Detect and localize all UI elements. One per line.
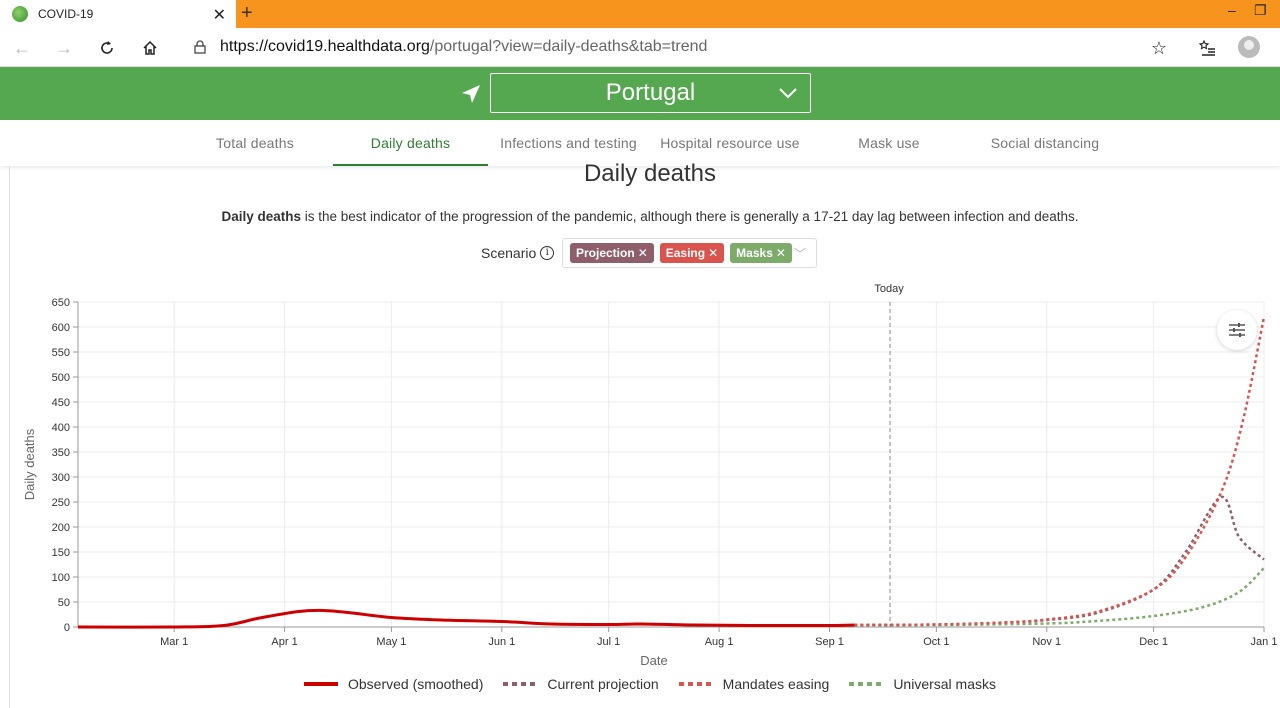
page-title: Daily deaths (583, 160, 717, 187)
y-tick-label: 100 (52, 572, 70, 584)
legend-label: Observed (smoothed) (347, 676, 484, 692)
url-path: /portugal?view=daily-deaths&tab=trend (429, 38, 708, 55)
legend-item[interactable]: Universal masks (849, 676, 996, 692)
y-tick-label: 150 (52, 547, 70, 559)
country-name: Portugal (605, 79, 696, 106)
legend-item[interactable]: Mandates easing (678, 676, 830, 692)
back-icon[interactable]: ← (10, 36, 34, 60)
location-header: Portugal (0, 67, 1280, 120)
x-tick-label: Jan 1 (1251, 636, 1278, 648)
remove-icon[interactable]: ✕ (638, 246, 648, 260)
profile-avatar[interactable] (1238, 36, 1260, 58)
y-tick-label: 350 (52, 447, 70, 459)
chevron-down-icon[interactable]: ﹀ (794, 245, 806, 262)
y-tick-label: 450 (52, 397, 70, 409)
y-tick-label: 0 (64, 622, 70, 634)
scenario-chip-projection[interactable]: Projection ✕ (570, 243, 654, 263)
address-toolbar: ← → https://covid19.healthdata.org/portu… (0, 28, 1280, 67)
legend-swatch (849, 682, 884, 686)
series-line-mandates-easing (854, 316, 1266, 627)
series-line-observed-smoothed (77, 608, 855, 629)
scenario-chip-label: Masks (736, 246, 773, 260)
info-icon[interactable]: i (540, 246, 555, 260)
scenario-chip-label: Easing (665, 246, 706, 260)
legend-swatch (678, 682, 713, 686)
x-tick-label: Dec 1 (1139, 636, 1168, 648)
x-axis-label: Date (640, 653, 667, 668)
legend-label: Current projection (547, 676, 659, 692)
refresh-icon[interactable] (95, 36, 119, 60)
scenario-chip-masks[interactable]: Masks ✕ (730, 243, 792, 263)
y-tick-label: 500 (52, 372, 70, 384)
restore-icon[interactable]: ❐ (1254, 2, 1267, 19)
chart-options-button[interactable] (1217, 310, 1257, 350)
legend-item[interactable]: Current projection (503, 676, 659, 692)
x-tick-label: Nov 1 (1032, 636, 1061, 648)
x-tick-label: May 1 (376, 636, 406, 648)
legend-label: Universal masks (893, 676, 997, 692)
country-select[interactable]: Portugal (490, 73, 811, 113)
y-axis-label: Daily deaths (22, 428, 37, 500)
favorite-star-icon[interactable]: ☆ (1147, 36, 1171, 60)
legend-swatch (303, 682, 338, 686)
y-tick-label: 600 (52, 322, 70, 334)
site-favicon-icon (12, 6, 28, 22)
x-tick-label: Aug 1 (705, 636, 734, 648)
y-tick-label: 250 (52, 497, 70, 509)
location-arrow-icon[interactable] (458, 81, 484, 107)
home-icon[interactable] (138, 36, 162, 60)
x-tick-label: Apr 1 (271, 636, 297, 648)
legend-label: Mandates easing (722, 676, 830, 692)
scenario-multiselect[interactable]: Projection ✕ Easing ✕ Masks ✕ ﹀ (562, 238, 817, 268)
legend-swatch (503, 682, 538, 686)
y-tick-label: 650 (52, 297, 70, 309)
y-tick-label: 200 (52, 522, 70, 534)
url-host: https://covid19.healthdata.org (220, 38, 430, 55)
y-tick-label: 400 (52, 422, 70, 434)
close-tab-icon[interactable]: ✕ (213, 5, 226, 25)
x-tick-label: Jul 1 (597, 636, 620, 648)
description: Daily deaths is the best indicator of th… (0, 209, 1280, 224)
daily-deaths-chart: 0 50 100 150 200 250 300 350 400 450 500 550 600 650 M… (22, 283, 1278, 668)
browser-tab[interactable]: COVID-19 ✕ (0, 0, 236, 28)
scenario-label-text: Scenario (481, 245, 537, 261)
tab-title: COVID-19 (38, 7, 94, 21)
x-tick-label: Mar 1 (160, 636, 188, 648)
description-bold: Daily deaths (221, 209, 301, 224)
url-bar[interactable]: https://covid19.healthdata.org/portugal?… (178, 33, 1178, 61)
sliders-icon (1229, 323, 1245, 337)
description-text: is the best indicator of the progression… (301, 209, 1079, 224)
today-label: Today (874, 283, 904, 295)
remove-icon[interactable]: ✕ (708, 246, 718, 260)
minimize-icon[interactable]: – (1228, 2, 1236, 18)
series-line-current-projection (854, 495, 1265, 627)
x-tick-label: Jun 1 (488, 636, 515, 648)
remove-icon[interactable]: ✕ (776, 246, 786, 260)
browser-tab-bar: COVID-19 ✕ + – ❐ (0, 0, 1280, 28)
favorites-list-icon[interactable] (1195, 36, 1219, 60)
new-tab-icon[interactable]: + (241, 2, 253, 25)
chart-legend: Observed (smoothed) Current projection Man… (0, 676, 1280, 692)
y-tick-label: 50 (58, 597, 70, 609)
lock-icon (194, 40, 206, 54)
chevron-down-icon (779, 88, 797, 99)
y-tick-label: 300 (52, 472, 70, 484)
legend-item[interactable]: Observed (smoothed) (303, 676, 484, 692)
x-tick-label: Sep 1 (815, 636, 844, 648)
forward-icon[interactable]: → (52, 36, 76, 60)
y-tick-label: 550 (52, 347, 70, 359)
scenario-chip-label: Projection (576, 246, 635, 260)
scenario-label: Scenario i (481, 245, 555, 261)
scenario-chip-easing[interactable]: Easing ✕ (659, 243, 725, 263)
x-tick-label: Oct 1 (923, 636, 949, 648)
